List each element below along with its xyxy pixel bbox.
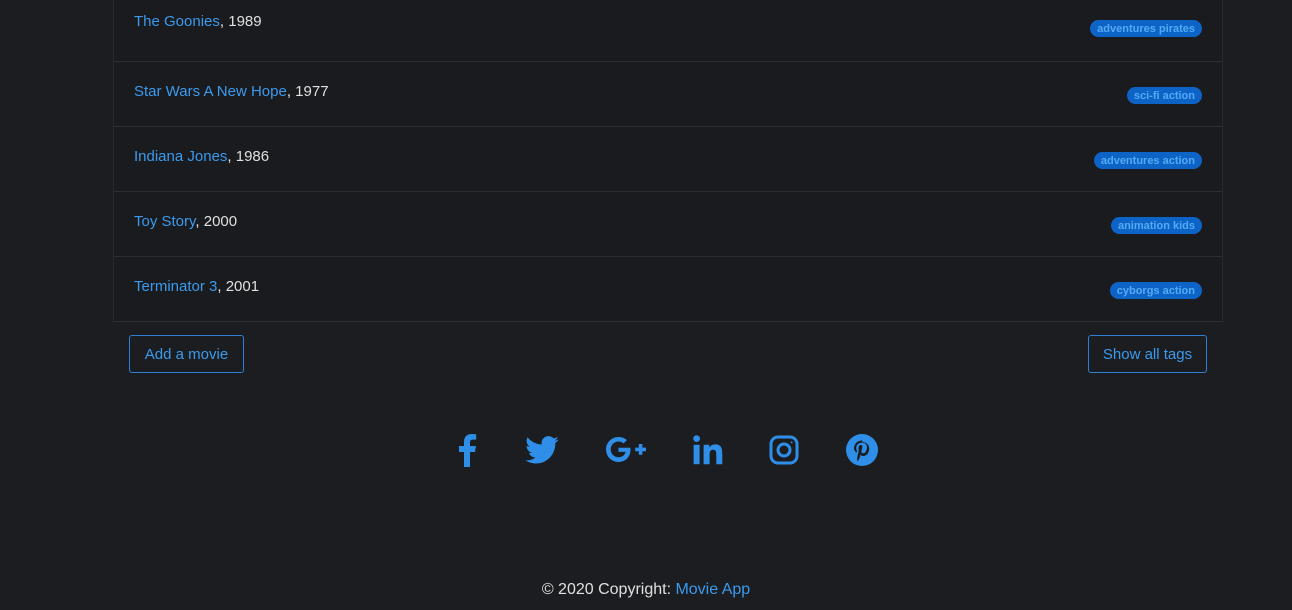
movie-info: Indiana Jones, 1986 bbox=[134, 147, 269, 167]
tag-badge: sci-fi action bbox=[1126, 87, 1202, 104]
copyright-text: © 2020 Copyright: bbox=[541, 581, 676, 598]
movie-title-link[interactable]: Toy Story bbox=[134, 213, 195, 230]
tag-badge: adventures action bbox=[1093, 152, 1202, 169]
movie-year: , 2000 bbox=[195, 213, 238, 230]
movie-row: Toy Story, 2000 animation kids bbox=[114, 192, 1222, 257]
add-movie-button[interactable]: Add a movie bbox=[129, 335, 244, 373]
pinterest-icon[interactable] bbox=[842, 430, 882, 470]
linkedin-icon[interactable] bbox=[688, 430, 728, 470]
movie-info: Star Wars A New Hope, 1977 bbox=[134, 82, 329, 102]
movie-year: , 1977 bbox=[286, 83, 329, 100]
facebook-icon[interactable] bbox=[447, 430, 487, 470]
page: The Goonies, 1989 adventures pirates Sta… bbox=[0, 0, 1292, 610]
movie-row: The Goonies, 1989 adventures pirates bbox=[114, 0, 1222, 62]
movie-year: , 1986 bbox=[227, 148, 270, 165]
show-all-tags-button[interactable]: Show all tags bbox=[1088, 335, 1207, 373]
tag-badge: adventures pirates bbox=[1090, 20, 1202, 37]
movie-info: The Goonies, 1989 bbox=[134, 12, 262, 32]
tag-badge: cyborgs action bbox=[1109, 282, 1202, 299]
instagram-icon[interactable] bbox=[764, 430, 804, 470]
movie-info: Toy Story, 2000 bbox=[134, 212, 237, 232]
movie-year: , 1989 bbox=[219, 13, 262, 30]
movie-title-link[interactable]: Terminator 3 bbox=[134, 278, 217, 295]
movie-app-link[interactable]: Movie App bbox=[675, 581, 750, 598]
movie-list: The Goonies, 1989 adventures pirates Sta… bbox=[113, 0, 1223, 322]
movie-row: Terminator 3, 2001 cyborgs action bbox=[114, 257, 1222, 322]
movie-title-link[interactable]: Star Wars A New Hope bbox=[134, 83, 287, 100]
tag-badge: animation kids bbox=[1110, 217, 1202, 234]
social-links bbox=[0, 430, 1292, 470]
footer-copyright: © 2020 Copyright: Movie App bbox=[0, 580, 1292, 600]
movie-info: Terminator 3, 2001 bbox=[134, 277, 259, 297]
twitter-icon[interactable] bbox=[522, 430, 562, 470]
movie-title-link[interactable]: The Goonies bbox=[134, 13, 220, 30]
movie-year: , 2001 bbox=[217, 278, 260, 295]
movie-row: Star Wars A New Hope, 1977 sci-fi action bbox=[114, 62, 1222, 127]
movie-title-link[interactable]: Indiana Jones bbox=[134, 148, 227, 165]
movie-row: Indiana Jones, 1986 adventures action bbox=[114, 127, 1222, 192]
google-plus-icon[interactable] bbox=[606, 430, 646, 470]
